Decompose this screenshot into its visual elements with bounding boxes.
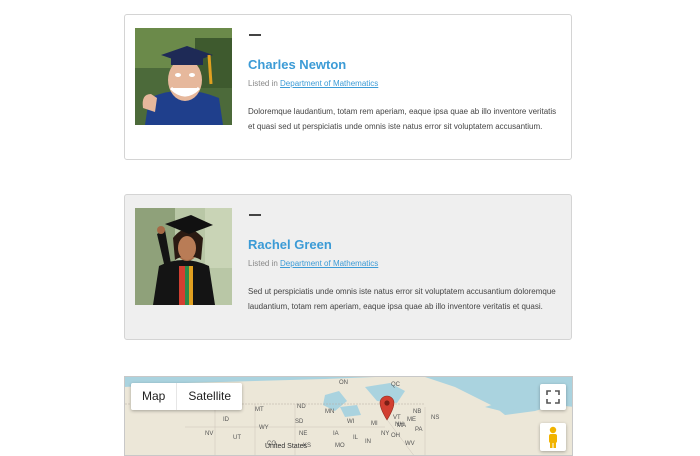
map-label-nd: ND [297, 404, 306, 410]
listed-in-label: Listed in [248, 259, 278, 268]
map-label-ia: IA [333, 431, 339, 437]
listed-in-line: Listed in Department of Mathematics [248, 259, 378, 268]
map-label-ny: NY [381, 431, 390, 437]
map-view-button[interactable]: Map [131, 383, 178, 410]
map-label-wi: WI [347, 419, 355, 425]
map-label-mn: MN [325, 409, 335, 415]
profile-name-link[interactable]: Charles Newton [248, 57, 346, 72]
map-label-il: IL [353, 435, 359, 441]
profile-photo[interactable] [135, 208, 232, 305]
department-link[interactable]: Department of Mathematics [280, 259, 378, 268]
map-label-in: IN [365, 439, 371, 445]
fullscreen-button[interactable] [540, 384, 566, 410]
profile-name-link[interactable]: Rachel Green [248, 237, 332, 252]
map-label-ne: NE [299, 431, 308, 437]
map-label-nb: NB [413, 409, 422, 415]
profile-card: Rachel Green Listed in Department of Mat… [124, 194, 572, 340]
profile-description: Sed ut perspiciatis unde omnis iste natu… [248, 287, 556, 311]
map-label-wy: WY [259, 425, 269, 431]
map-label-mt: MT [255, 407, 264, 413]
department-link[interactable]: Department of Mathematics [280, 79, 378, 88]
street-view-button[interactable] [540, 423, 566, 451]
map-label-me: ME [407, 417, 416, 423]
map-widget[interactable]: ON QC MT ND MN WI MI ID WY SD NV UT NE I… [124, 376, 573, 456]
fullscreen-icon [546, 390, 560, 404]
listed-in-line: Listed in Department of Mathematics [248, 79, 378, 88]
divider-dash [249, 214, 261, 216]
profile-photo[interactable] [135, 28, 232, 125]
map-label-ns: NS [431, 415, 440, 421]
map-label-mi: MI [371, 421, 378, 427]
map-label-mo: MO [335, 443, 345, 449]
map-label-id: ID [223, 417, 229, 423]
map-label-ut: UT [233, 435, 241, 441]
map-label-qc: QC [391, 382, 400, 388]
profile-card: Charles Newton Listed in Department of M… [124, 14, 572, 160]
map-label-on: ON [339, 380, 348, 386]
map-label-country: United States [265, 443, 308, 450]
map-label-nh: NH [395, 422, 404, 428]
map-type-toggle: Map Satellite [131, 383, 243, 410]
satellite-view-button[interactable]: Satellite [177, 383, 243, 410]
divider-dash [249, 34, 261, 36]
map-label-sd: SD [295, 419, 304, 425]
listed-in-label: Listed in [248, 79, 278, 88]
map-label-oh: OH [391, 433, 400, 439]
pegman-icon [549, 426, 557, 448]
map-label-wv: WV [405, 441, 415, 447]
profile-description: Doloremque laudantium, totam rem aperiam… [248, 107, 557, 131]
map-label-pa: PA [415, 427, 423, 433]
location-pin-icon[interactable] [379, 395, 395, 421]
map-label-nv: NV [205, 431, 214, 437]
